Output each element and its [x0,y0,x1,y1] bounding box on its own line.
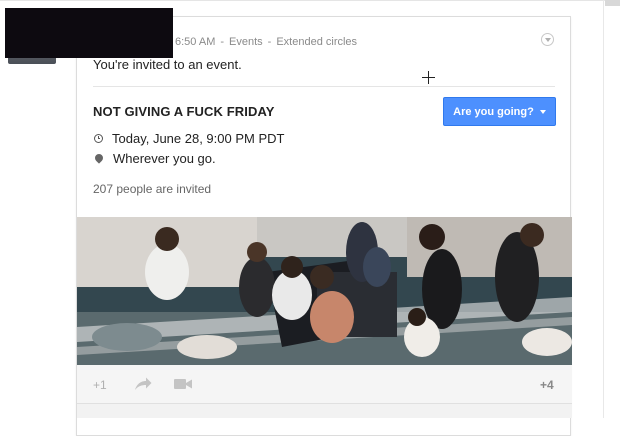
plus-one-button[interactable]: +1 [93,378,107,392]
event-date: Today, June 28, 9:00 PM PDT [112,131,285,146]
event-title[interactable]: NOT GIVING A FUCK FRIDAY [93,104,275,119]
meta-separator: - [267,36,272,48]
clock-icon [94,134,103,143]
plus-count[interactable]: +4 [540,378,554,392]
rsvp-button[interactable]: Are you going? [443,97,556,126]
post-time[interactable]: 6:50 AM [175,36,215,48]
scrollbar-top[interactable] [605,0,620,6]
top-border [0,0,620,1]
share-arrow-icon[interactable] [134,377,152,391]
caret-down-icon [539,109,546,114]
divider [93,86,555,87]
event-location: Wherever you go. [113,151,216,166]
event-date-row: Today, June 28, 9:00 PM PDT [93,131,284,146]
rsvp-button-label: Are you going? [453,105,534,118]
chevron-down-circle-icon[interactable] [541,33,554,46]
meta-separator: - [220,36,225,48]
event-photo[interactable] [77,217,572,365]
scrollbar-track [603,0,604,418]
redacted-author-name [5,8,173,58]
video-camera-icon[interactable] [173,378,193,390]
party-photo [77,217,572,365]
post-text: You're invited to an event. [93,57,242,72]
post-category[interactable]: Events [229,36,263,48]
map-pin-icon [93,151,105,164]
post-meta: 6:50 AM - Events - Extended circles [175,36,357,48]
event-location-row: Wherever you go. [93,151,216,166]
post-audience[interactable]: Extended circles [276,36,357,48]
next-post-edge [77,403,572,418]
invited-count[interactable]: 207 people are invited [93,182,211,196]
crosshair-cursor-icon [422,71,435,84]
